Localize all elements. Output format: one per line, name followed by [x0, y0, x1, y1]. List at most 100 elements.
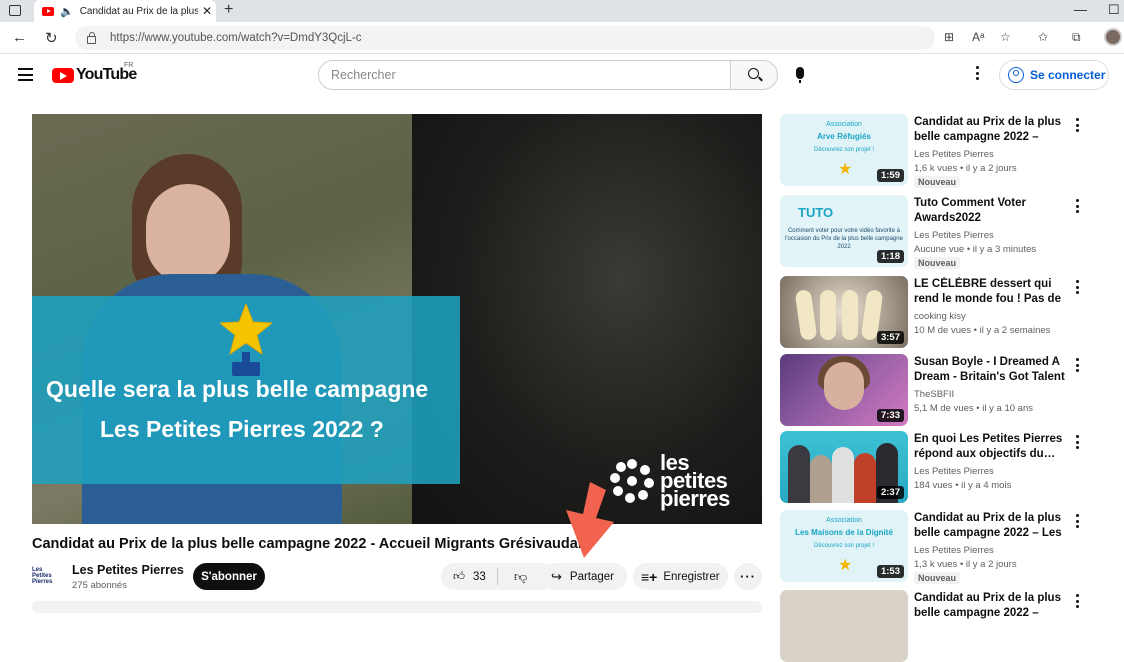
settings-kebab-icon[interactable]: [976, 66, 980, 83]
duration-badge: 7:33: [876, 409, 904, 422]
video-thumbnail[interactable]: Association Arve Réfugiés Découvrez son …: [780, 114, 908, 186]
overlay-text-line1: Quelle sera la plus belle campagne: [46, 376, 429, 402]
url-text: https://www.youtube.com/watch?v=DmdY3Qcj…: [110, 32, 362, 44]
video-thumbnail[interactable]: 7:33: [780, 354, 908, 426]
recommendation-item[interactable]: Association Les Maisons de la Dignité Dé…: [780, 510, 1110, 584]
recommendation-item[interactable]: Candidat au Prix de la plus belle campag…: [780, 590, 1110, 662]
more-options-icon[interactable]: [1076, 199, 1080, 216]
duration-badge: 1:59: [876, 169, 904, 182]
recommendation-channel: Les Petites Pierres: [914, 545, 994, 556]
new-badge: Nouveau: [914, 572, 961, 584]
duration-badge: 2:37: [876, 486, 904, 499]
video-thumbnail[interactable]: [780, 590, 908, 662]
profile-avatar[interactable]: [1104, 28, 1122, 46]
more-options-icon[interactable]: [1076, 514, 1080, 531]
like-button[interactable]: 👍︎ 33: [441, 568, 498, 585]
dislike-button[interactable]: 👎︎: [498, 569, 527, 585]
more-options-icon[interactable]: [1076, 594, 1080, 611]
video-thumbnail[interactable]: TUTO Comment voter pour votre vidéo favo…: [780, 195, 908, 267]
menu-icon[interactable]: [18, 68, 33, 85]
tab-title: Candidat au Prix de la plus b: [79, 5, 198, 17]
recommendation-item[interactable]: 7:33 Susan Boyle - I Dreamed A Dream - B…: [780, 354, 1110, 426]
recommendation-title[interactable]: Tuto Comment Voter Awards2022: [914, 196, 1072, 226]
channel-avatar[interactable]: Les Petites Pierres: [32, 566, 62, 586]
thumbs-up-icon: 👍︎: [453, 570, 466, 583]
browser-tab-youtube[interactable]: 🔈 Candidat au Prix de la plus b ✕: [34, 0, 216, 22]
video-thumbnail[interactable]: 3:57: [780, 276, 908, 348]
add-favorite-icon[interactable]: ☆: [1000, 30, 1011, 44]
youtube-play-icon: [52, 67, 74, 83]
recommendation-item[interactable]: 2:37 En quoi Les Petites Pierres répond …: [780, 431, 1110, 503]
thumb-text: TUTO: [798, 205, 834, 220]
brand-line3: pierres: [660, 486, 730, 511]
video-player[interactable]: Quelle sera la plus belle campagne Les P…: [32, 114, 762, 524]
like-count: 33: [473, 570, 486, 583]
thumb-text: Arve Réfugiés: [817, 132, 871, 141]
recommendation-channel: cooking kisy: [914, 311, 966, 322]
duration-badge: 1:18: [876, 250, 904, 263]
url-field[interactable]: https://www.youtube.com/watch?v=DmdY3Qcj…: [75, 26, 935, 50]
video-thumbnail[interactable]: 2:37: [780, 431, 908, 503]
favorites-icon[interactable]: ✩: [1038, 30, 1048, 44]
trophy-star-icon: [220, 304, 272, 376]
video-thumbnail[interactable]: Association Les Maisons de la Dignité Dé…: [780, 510, 908, 582]
youtube-header: YouTube FR Rechercher Se connecter: [0, 55, 1124, 95]
collections-icon[interactable]: ⧉: [1072, 30, 1081, 45]
save-label: Enregistrer: [663, 570, 720, 583]
save-button[interactable]: ≡+ Enregistrer: [633, 563, 728, 590]
refresh-icon[interactable]: ↻: [45, 29, 58, 47]
recommendation-channel: Les Petites Pierres: [914, 466, 994, 477]
more-actions-button[interactable]: ···: [734, 563, 762, 590]
maximize-button[interactable]: ☐: [1108, 2, 1120, 18]
video-frame-person-face: [146, 184, 230, 284]
recommendation-item[interactable]: 3:57 LE CÉLÈBRE dessert qui rend le mond…: [780, 276, 1110, 348]
signin-label: Se connecter: [1030, 68, 1106, 82]
recommendation-meta: Aucune vue • il y a 3 minutes: [914, 244, 1037, 255]
recommendation-title[interactable]: Candidat au Prix de la plus belle campag…: [914, 115, 1072, 145]
tab-actions-icon[interactable]: [9, 5, 21, 16]
youtube-favicon-icon: [42, 6, 54, 16]
close-tab-icon[interactable]: ✕: [198, 4, 216, 18]
trophy-star-icon: ★: [838, 557, 853, 574]
minimize-button[interactable]: —: [1074, 2, 1087, 17]
recommendation-title[interactable]: Candidat au Prix de la plus belle campag…: [914, 511, 1072, 541]
new-tab-button[interactable]: +: [224, 1, 233, 19]
more-options-icon[interactable]: [1076, 280, 1080, 297]
more-options-icon[interactable]: [1076, 118, 1080, 135]
recommendation-title[interactable]: Candidat au Prix de la plus belle campag…: [914, 591, 1072, 621]
speaker-icon[interactable]: 🔈: [60, 5, 74, 18]
video-title: Candidat au Prix de la plus belle campag…: [32, 536, 587, 552]
recommendation-channel: TheSBFII: [914, 389, 955, 400]
channel-name[interactable]: Les Petites Pierres: [72, 563, 184, 577]
recommendation-channel: Les Petites Pierres: [914, 230, 994, 241]
recommendation-item[interactable]: TUTO Comment voter pour votre vidéo favo…: [780, 195, 1110, 269]
address-bar: ← ↻ https://www.youtube.com/watch?v=DmdY…: [0, 22, 1124, 54]
thumbs-down-icon: 👎︎: [514, 568, 528, 584]
read-aloud-icon[interactable]: Aᵃ: [972, 30, 984, 44]
youtube-logo[interactable]: YouTube FR: [52, 62, 137, 84]
back-arrow-icon[interactable]: ←: [12, 29, 27, 46]
app-available-icon[interactable]: ⊞: [944, 30, 954, 44]
recommendation-meta: 1,3 k vues • il y a 2 jours: [914, 559, 1017, 570]
trophy-star-icon: ★: [838, 161, 853, 178]
new-badge: Nouveau: [914, 257, 961, 269]
share-button[interactable]: ↪ Partager: [543, 563, 627, 590]
more-options-icon[interactable]: [1076, 358, 1080, 375]
duration-badge: 1:53: [876, 565, 904, 578]
recommendation-meta: 5,1 M de vues • il y a 10 ans: [914, 403, 1033, 414]
signin-button[interactable]: Se connecter: [999, 60, 1109, 90]
subscriber-count: 275 abonnés: [72, 580, 127, 591]
thumb-text: Comment voter pour votre vidéo favorite …: [785, 228, 903, 250]
les-petites-pierres-logo: les petites pierres: [610, 452, 730, 511]
description-box[interactable]: [32, 601, 762, 613]
search-input[interactable]: Rechercher: [318, 60, 731, 90]
recommendation-title[interactable]: LE CÉLÈBRE dessert qui rend le monde fou…: [914, 277, 1072, 307]
recommendation-item[interactable]: Association Arve Réfugiés Découvrez son …: [780, 114, 1110, 188]
more-options-icon[interactable]: [1076, 435, 1080, 452]
subscribe-button[interactable]: S'abonner: [193, 563, 265, 590]
recommendation-title[interactable]: En quoi Les Petites Pierres répond aux o…: [914, 432, 1072, 462]
recommendation-title[interactable]: Susan Boyle - I Dreamed A Dream - Britai…: [914, 355, 1072, 385]
search-button[interactable]: [730, 60, 778, 90]
microphone-icon[interactable]: [796, 67, 804, 83]
add-playlist-icon: ≡+: [641, 568, 658, 585]
